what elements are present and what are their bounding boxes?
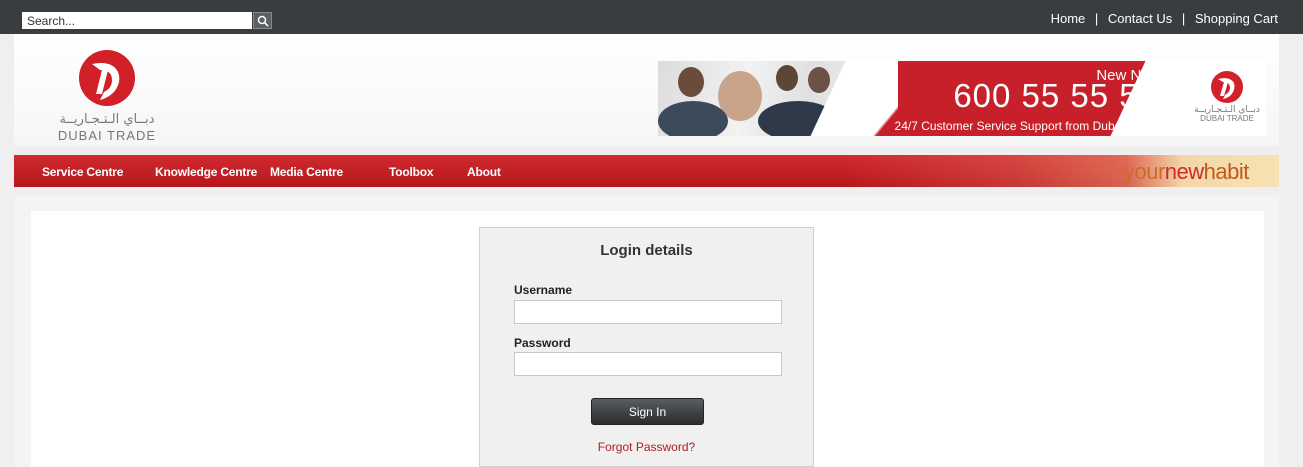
your-new-habit-tagline: yournewhabit xyxy=(1124,159,1249,185)
customer-service-banner[interactable]: New No : 600 55 55 54 24/7 Customer Serv… xyxy=(658,61,1266,136)
shopping-cart-link[interactable]: Shopping Cart xyxy=(1195,11,1278,26)
separator: | xyxy=(1181,11,1186,26)
contact-us-link[interactable]: Contact Us xyxy=(1108,11,1172,26)
dubai-trade-logo-icon xyxy=(79,50,135,106)
header: دبــاي الـتـجـاريــة DUBAI TRADE New No … xyxy=(14,34,1279,146)
banner-phone-number: 600 55 55 54 xyxy=(953,77,1158,114)
logo-arabic-text: دبــاي الـتـجـاريــة xyxy=(59,112,155,127)
forgot-password-link[interactable]: Forgot Password? xyxy=(480,440,813,454)
sign-in-button[interactable]: Sign In xyxy=(591,398,704,425)
nav-item-knowledge-centre[interactable]: Knowledge Centre xyxy=(155,165,257,179)
tagline-part-your: your xyxy=(1124,159,1165,184)
banner-logo: دبــاي الـتـجـاريــة DUBAI TRADE xyxy=(1194,69,1260,129)
main-nav: Service Centre Knowledge Centre Media Ce… xyxy=(14,155,1279,187)
username-field[interactable] xyxy=(514,300,782,324)
search-button[interactable] xyxy=(253,12,272,29)
home-link[interactable]: Home xyxy=(1051,11,1086,26)
banner-subtitle: 24/7 Customer Service Support from Dubai… xyxy=(894,119,1158,133)
tagline-part-habit: habit xyxy=(1203,159,1250,184)
dubai-trade-logo[interactable]: دبــاي الـتـجـاريــة DUBAI TRADE xyxy=(52,48,162,148)
search-box xyxy=(22,12,272,29)
banner-logo-icon xyxy=(1211,71,1243,103)
login-form: Login details Username Password Sign In … xyxy=(479,227,814,467)
nav-item-media-centre[interactable]: Media Centre xyxy=(270,165,343,179)
password-label: Password xyxy=(514,336,571,350)
username-label: Username xyxy=(514,283,573,297)
logo-english-text: DUBAI TRADE xyxy=(57,128,157,143)
tagline-part-new: new xyxy=(1164,159,1204,184)
nav-item-toolbox[interactable]: Toolbox xyxy=(389,165,434,179)
login-title: Login details xyxy=(600,242,693,259)
password-field[interactable] xyxy=(514,352,782,376)
top-links: Home | Contact Us | Shopping Cart xyxy=(1051,11,1278,26)
nav-item-service-centre[interactable]: Service Centre xyxy=(42,165,123,179)
search-icon xyxy=(257,15,269,27)
banner-logo-english: DUBAI TRADE xyxy=(1200,114,1254,123)
nav-item-about[interactable]: About xyxy=(467,165,501,179)
top-bar: Home | Contact Us | Shopping Cart xyxy=(0,0,1303,34)
separator: | xyxy=(1094,11,1099,26)
search-input[interactable] xyxy=(22,12,252,29)
